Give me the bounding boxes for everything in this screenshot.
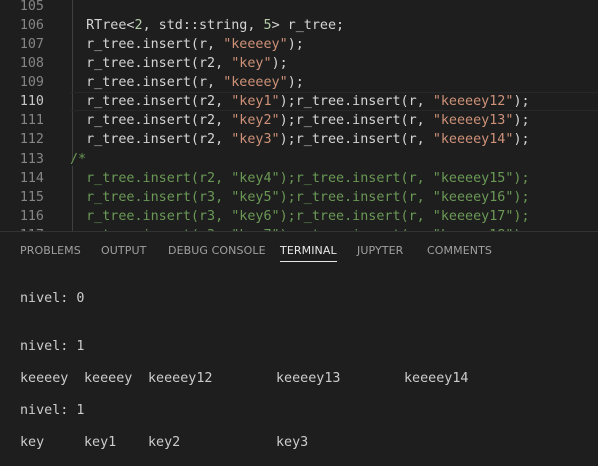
code-token: 2 [134,18,143,33]
code-token: "keeeey" [223,37,288,52]
terminal-text: nivel: 0 [20,291,85,306]
line-number: 112 [19,132,44,147]
code-token: "key2" [231,113,280,128]
code-line[interactable]: 109 r_tree.insert(r, "keeeey"); [0,73,598,92]
code-line[interactable]: 112 r_tree.insert(r2, "key3");r_tree.ins… [0,130,598,149]
code-token: r_tree.insert(r2, [70,113,232,128]
code-token: RTree< [70,18,135,33]
line-content: r_tree.insert(r2, "key3");r_tree.insert(… [70,130,530,149]
code-token: ); [287,37,304,52]
code-token: r_tree.insert(r2, "key4");r_tree.insert(… [70,171,530,186]
code-token: "key1" [231,94,280,109]
code-line[interactable]: 110 r_tree.insert(r2, "key1");r_tree.ins… [0,92,598,111]
tab-jupyter[interactable]: JUPYTER [357,244,403,257]
line-number: 113 [19,152,44,167]
terminal-text: keeeey [84,371,133,386]
code-token: ); [513,132,530,147]
code-token: );r_tree.insert(r, [279,132,433,147]
code-token: > r_tree; [271,18,345,33]
line-number: 105 [19,0,44,14]
terminal-text: keeeey [20,371,69,386]
terminal-text: nivel: 1 [20,403,85,418]
line-content: r_tree.insert(r2, "key1");r_tree.insert(… [70,92,530,111]
code-token: "keeeey14" [432,132,514,147]
terminal-text: keeeey14 [404,371,469,386]
code-token: r_tree.insert(r3, "key6");r_tree.insert(… [70,209,530,224]
terminal-text: key1 [84,435,117,450]
code-token: "keeeey12" [432,94,514,109]
tab-output[interactable]: OUTPUT [101,244,146,257]
terminal-output[interactable]: nivel: 0 nivel: 1 keeeey keeeey keeeey12 keee… [0,268,598,466]
code-token: );r_tree.insert(r, [279,94,433,109]
code-token: "key3" [231,132,280,147]
panel-tabs: PROBLEMS OUTPUT DEBUG CONSOLE TERMINAL JUPYT… [0,232,598,268]
code-token: "key" [231,56,272,71]
code-token: ); [287,75,304,90]
line-content: r_tree.insert(r, "keeeey"); [70,73,304,92]
code-token: r_tree.insert(r, [70,75,224,90]
code-line[interactable]: 111 r_tree.insert(r2, "key2");r_tree.ins… [0,111,598,130]
code-token: r_tree.insert(r2, [70,132,232,147]
code-editor[interactable]: 105 106 RTree<2, std::string, 5> r_tree; 1… [0,0,598,231]
code-line[interactable]: 113 /* [0,150,598,169]
line-content: r_tree.insert(r2, "key"); [70,54,288,73]
line-content: RTree<2, std::string, 5> r_tree; [70,16,344,35]
line-content: r_tree.insert(r, "keeeey"); [70,35,304,54]
line-number: 106 [19,18,44,33]
terminal-text: key2 [148,435,181,450]
tab-comments[interactable]: COMMENTS [427,244,492,257]
code-token: r_tree.insert(r3, "key5");r_tree.insert(… [70,190,530,205]
terminal-text: key3 [276,435,309,450]
line-content: r_tree.insert(r2, "key4");r_tree.insert(… [70,169,530,188]
code-token: , std::string, [142,18,264,33]
terminal-text: key [20,435,45,450]
line-number: 111 [19,113,44,128]
code-line[interactable]: 105 [0,0,598,16]
tab-terminal[interactable]: TERMINAL [280,244,337,262]
code-line[interactable]: 108 r_tree.insert(r2, "key"); [0,54,598,73]
line-content: r_tree.insert(r2, "key2");r_tree.insert(… [70,111,530,130]
code-token: );r_tree.insert(r, [279,113,433,128]
code-token: r_tree.insert(r, [70,37,224,52]
line-content: /* [70,150,86,169]
line-number: 116 [19,209,44,224]
code-token: r_tree.insert(r2, [70,56,232,71]
code-line[interactable]: 114 r_tree.insert(r2, "key4");r_tree.ins… [0,169,598,188]
line-content: r_tree.insert(r3, "key6");r_tree.insert(… [70,207,530,226]
code-line[interactable]: 106 RTree<2, std::string, 5> r_tree; [0,16,598,35]
tab-problems[interactable]: PROBLEMS [20,244,81,257]
line-number: 114 [19,171,44,186]
code-token: ); [271,56,288,71]
code-token: ); [513,94,530,109]
line-number: 115 [19,190,44,205]
code-token: r_tree.insert(r2, [70,94,232,109]
line-content: r_tree.insert(r3, "key5");r_tree.insert(… [70,188,530,207]
line-number: 108 [19,56,44,71]
terminal-text: nivel: 1 [20,339,85,354]
line-number: 110 [19,94,44,109]
terminal-text: keeeey13 [276,371,341,386]
code-line[interactable]: 116 r_tree.insert(r3, "key6");r_tree.ins… [0,207,598,226]
line-number: 107 [19,37,44,52]
bottom-panel: PROBLEMS OUTPUT DEBUG CONSOLE TERMINAL JUPYT… [0,231,598,465]
code-line[interactable]: 115 r_tree.insert(r3, "key5");r_tree.ins… [0,188,598,207]
terminal-text: keeeey12 [148,371,213,386]
code-token: /* [70,152,87,167]
code-token: "keeeey13" [432,113,514,128]
code-token: "keeeey" [223,75,288,90]
code-token: 5 [263,18,272,33]
tab-debug-console[interactable]: DEBUG CONSOLE [168,244,266,257]
code-line[interactable]: 107 r_tree.insert(r, "keeeey"); [0,35,598,54]
code-token: ); [513,113,530,128]
line-number: 109 [19,75,44,90]
